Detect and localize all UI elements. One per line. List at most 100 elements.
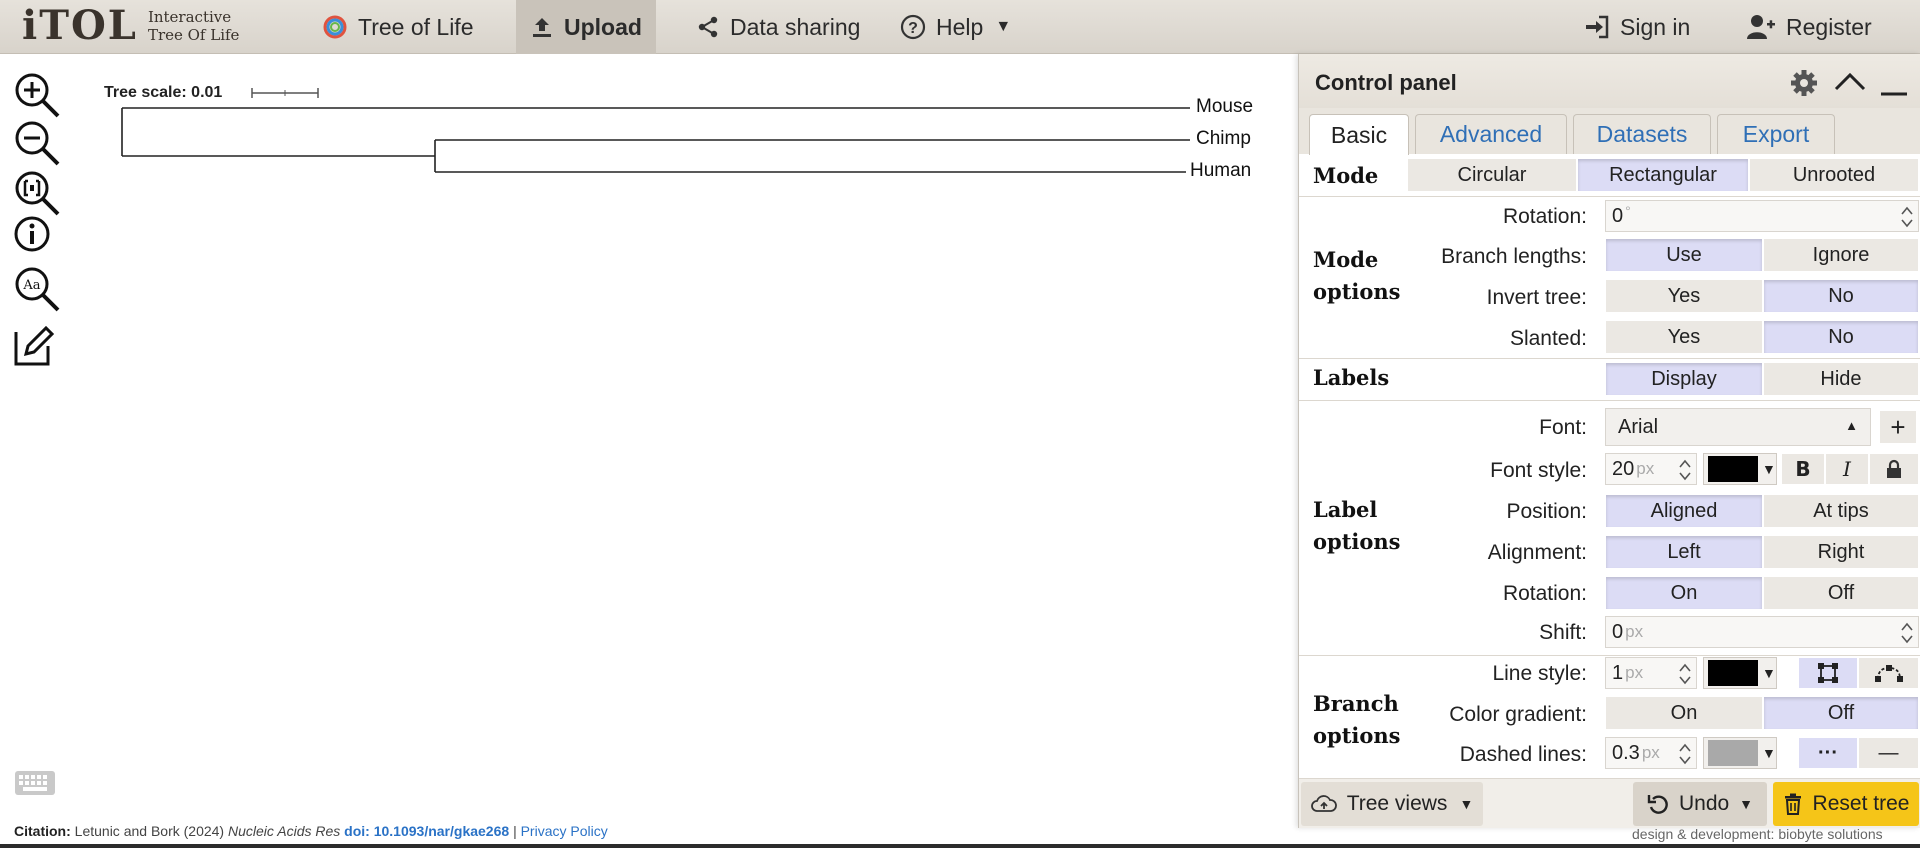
shift-value: 0 (1612, 620, 1624, 643)
rotation-input[interactable]: 0 ° (1605, 200, 1919, 232)
dashed-lines-value: 0.3 (1612, 741, 1640, 764)
citation-doi-link[interactable]: doi: 10.1093/nar/gkae268 (344, 823, 509, 839)
font-size-value: 20 (1612, 457, 1635, 480)
dashed-color-picker[interactable]: ▼ (1703, 737, 1777, 769)
slanted-yes[interactable]: Yes (1605, 320, 1763, 354)
citation-prefix: Citation: (14, 823, 71, 839)
control-panel-header[interactable]: Control panel (1299, 54, 1920, 108)
labels-section-label: Labels (1313, 365, 1390, 390)
leaf-label-chimp[interactable]: Chimp (1196, 128, 1251, 150)
slanted-label: Slanted: (1509, 327, 1587, 350)
spinner-icon[interactable] (1678, 458, 1692, 482)
mode-rectangular[interactable]: Rectangular (1577, 158, 1749, 192)
alignment-right[interactable]: Right (1763, 535, 1919, 569)
square-corners-button[interactable] (1798, 657, 1858, 689)
invert-tree-no[interactable]: No (1763, 279, 1919, 313)
spinner-icon[interactable] (1900, 621, 1914, 645)
rotation-value: 0 (1612, 204, 1624, 227)
branch-color-swatch (1708, 660, 1758, 686)
gear-icon[interactable] (1789, 68, 1819, 98)
privacy-policy-link[interactable]: Privacy Policy (521, 823, 608, 839)
position-at-tips[interactable]: At tips (1763, 494, 1919, 528)
dashed-style-solid-button[interactable]: — (1858, 737, 1919, 769)
dashed-lines-label: Dashed lines: (1459, 743, 1587, 766)
invert-tree-yes[interactable]: Yes (1605, 279, 1763, 313)
svg-text:Aa: Aa (22, 278, 40, 293)
tree-views-label: Tree views (1346, 792, 1448, 815)
font-select-value: Arial (1618, 415, 1659, 438)
font-label: Font: (1539, 416, 1587, 439)
minimize-panel-icon[interactable] (1879, 70, 1909, 98)
phylogenetic-tree[interactable] (0, 0, 1200, 200)
lock-button[interactable] (1869, 453, 1919, 485)
mode-unrooted[interactable]: Unrooted (1749, 158, 1919, 192)
line-style-label: Line style: (1492, 662, 1587, 685)
tab-advanced[interactable]: Advanced (1415, 114, 1567, 154)
font-size-input[interactable]: 20 px (1605, 453, 1697, 485)
chevron-down-icon: ▼ (1762, 461, 1776, 477)
italic-button[interactable]: I (1825, 453, 1869, 485)
font-style-label: Font style: (1490, 459, 1587, 482)
add-user-icon (1746, 14, 1776, 40)
edit-button[interactable] (12, 324, 62, 370)
spinner-icon[interactable] (1900, 205, 1914, 229)
branch-color-picker[interactable]: ▼ (1703, 657, 1777, 689)
credit-text[interactable]: design & development: biobyte solutions (1632, 826, 1883, 842)
branch-lengths-ignore[interactable]: Ignore (1763, 238, 1919, 272)
label-rotation-label: Rotation: (1502, 582, 1587, 605)
labels-display[interactable]: Display (1605, 362, 1763, 396)
lock-icon (1887, 459, 1901, 478)
divider (1299, 358, 1920, 359)
position-aligned[interactable]: Aligned (1605, 494, 1763, 528)
keyboard-shortcuts-button[interactable] (14, 770, 56, 796)
nav-register[interactable]: Register (1734, 0, 1884, 54)
rounded-corners-button[interactable] (1858, 657, 1919, 689)
font-select[interactable]: Arial ▲ (1605, 408, 1871, 446)
chevron-down-icon: ▼ (1762, 665, 1776, 681)
tree-views-button[interactable]: Tree views ▼ (1301, 782, 1483, 826)
nav-register-label: Register (1786, 13, 1872, 40)
undo-icon (1647, 795, 1668, 814)
bold-button[interactable]: B (1781, 453, 1825, 485)
label-color-picker[interactable]: ▼ (1703, 453, 1777, 485)
dashed-lines-unit: px (1641, 743, 1660, 762)
control-panel-title: Control panel (1315, 70, 1457, 95)
undo-button[interactable]: Undo ▼ (1633, 782, 1767, 826)
info-button[interactable] (12, 214, 62, 260)
reset-tree-button[interactable]: Reset tree (1773, 782, 1919, 826)
label-color-swatch (1708, 456, 1758, 482)
bottom-edge-bar (0, 844, 1920, 848)
alignment-left[interactable]: Left (1605, 535, 1763, 569)
tab-export[interactable]: Export (1717, 114, 1835, 154)
slanted-no[interactable]: No (1763, 320, 1919, 354)
mode-circular[interactable]: Circular (1407, 158, 1577, 192)
leaf-label-human[interactable]: Human (1190, 160, 1251, 182)
citation-authors: Letunic and Bork (2024) (74, 823, 225, 839)
color-gradient-off[interactable]: Off (1763, 696, 1919, 730)
label-rotation-off[interactable]: Off (1763, 576, 1919, 610)
collapse-panel-icon[interactable] (1833, 70, 1867, 94)
labels-hide[interactable]: Hide (1763, 362, 1919, 396)
nav-sign-in[interactable]: Sign in (1572, 0, 1702, 54)
color-gradient-on[interactable]: On (1605, 696, 1763, 730)
tab-datasets[interactable]: Datasets (1573, 114, 1711, 154)
spinner-icon[interactable] (1678, 742, 1692, 766)
font-zoom-button[interactable]: Aa (12, 264, 62, 312)
spinner-icon[interactable] (1678, 662, 1692, 686)
alignment-label: Alignment: (1487, 541, 1587, 564)
add-font-button[interactable]: + (1879, 410, 1917, 444)
branch-lengths-use[interactable]: Use (1605, 238, 1763, 272)
leaf-label-mouse[interactable]: Mouse (1196, 96, 1253, 118)
dashed-color-swatch (1708, 740, 1758, 766)
citation-line: Citation: Letunic and Bork (2024) Nuclei… (14, 823, 608, 839)
shift-input[interactable]: 0 px (1605, 616, 1919, 648)
edit-icon (14, 325, 55, 366)
label-rotation-on[interactable]: On (1605, 576, 1763, 610)
color-gradient-label: Color gradient: (1449, 703, 1587, 726)
font-zoom-icon: Aa (15, 267, 60, 312)
citation-journal: Nucleic Acids Res (227, 823, 341, 839)
dashed-style-dotted-button[interactable]: ··· (1798, 737, 1858, 769)
line-width-input[interactable]: 1 px (1605, 657, 1697, 689)
dashed-lines-input[interactable]: 0.3 px (1605, 737, 1697, 769)
tab-basic[interactable]: Basic (1309, 114, 1409, 155)
